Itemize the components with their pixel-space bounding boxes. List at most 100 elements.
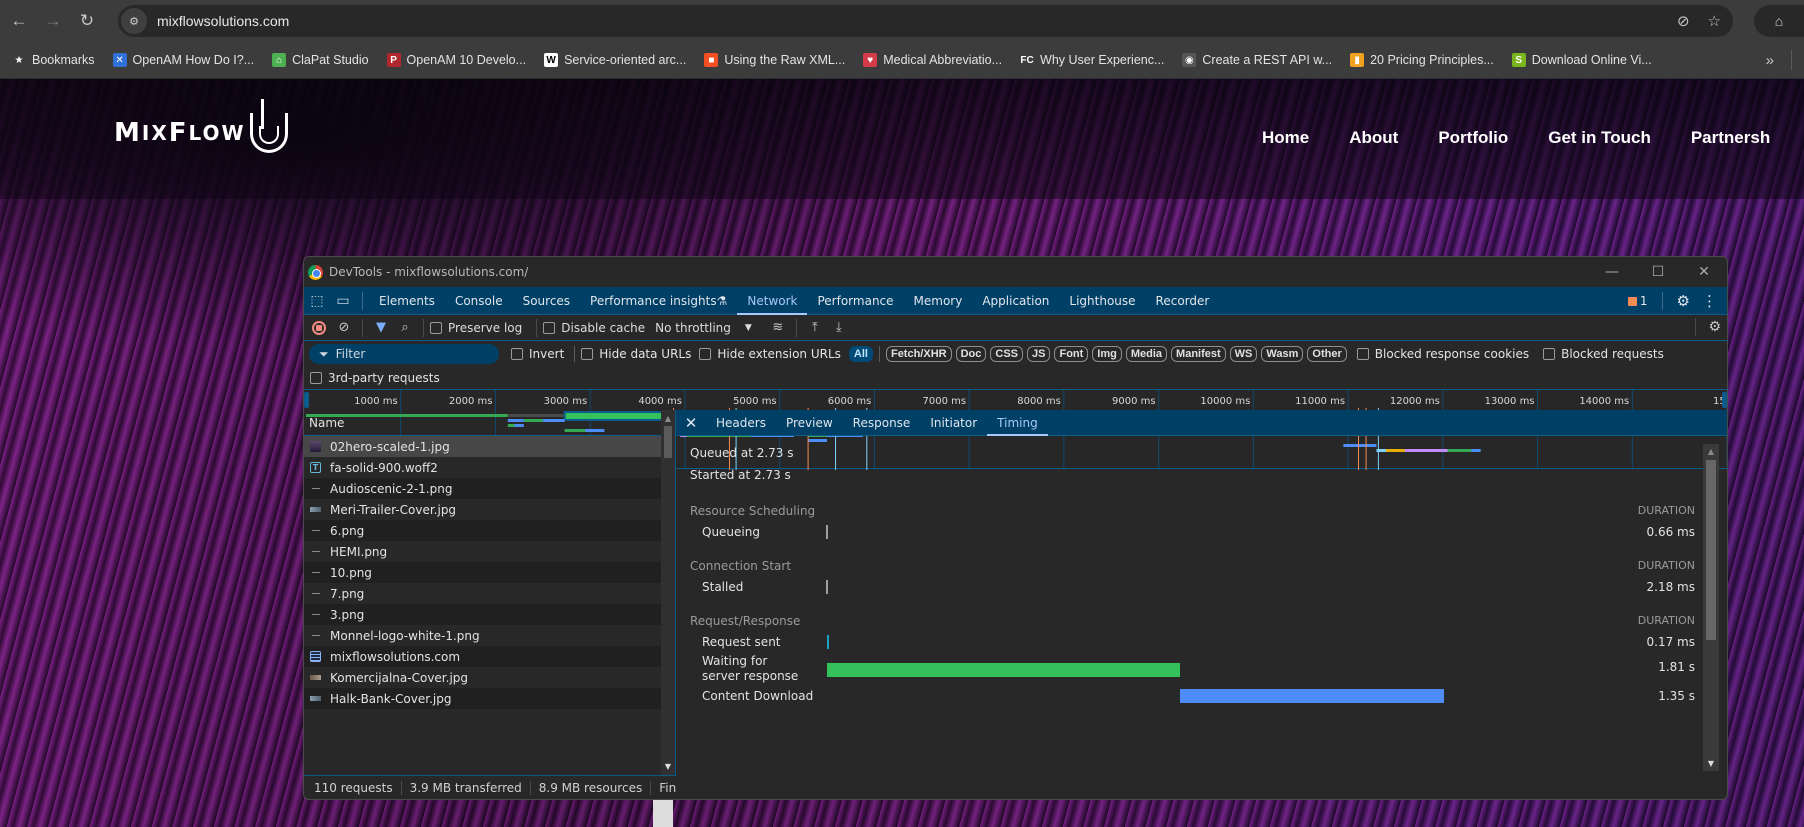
tab-console[interactable]: Console	[445, 287, 513, 315]
request-row[interactable]: Monnel-logo-white-1.png	[304, 625, 675, 646]
request-list-scrollbar[interactable]: ▲ ▼	[661, 410, 675, 775]
detail-tab-timing[interactable]: Timing	[987, 410, 1048, 436]
tab-application[interactable]: Application	[972, 287, 1059, 315]
forward-button[interactable]: →	[38, 6, 68, 36]
timing-scrollbar[interactable]: ▲ ▼	[1703, 444, 1719, 771]
nav-portfolio[interactable]: Portfolio	[1438, 128, 1508, 148]
request-row[interactable]: Komercijalna-Cover.jpg	[304, 667, 675, 688]
network-conditions-icon[interactable]: ≋	[766, 320, 790, 335]
detail-tab-initiator[interactable]: Initiator	[920, 410, 987, 436]
filter-chip-js[interactable]: JS	[1027, 346, 1051, 362]
filter-chip-other[interactable]: Other	[1307, 346, 1347, 362]
request-row[interactable]: HEMI.png	[304, 541, 675, 562]
blocked-response-cookies-checkbox[interactable]: Blocked response cookies	[1356, 347, 1529, 361]
hide-extension-urls-checkbox[interactable]: Hide extension URLs	[699, 347, 841, 361]
bookmark-20-pricing-principles[interactable]: ▮ 20 Pricing Principles...	[1350, 53, 1494, 67]
request-row[interactable]: 7.png	[304, 583, 675, 604]
address-bar[interactable]: ⚙ mixflowsolutions.com ⊘ ☆	[118, 5, 1733, 37]
third-party-checkbox[interactable]: 3rd-party requests	[310, 371, 440, 385]
tab-performance-insights[interactable]: Performance insights ⚗	[580, 287, 737, 315]
detail-tab-headers[interactable]: Headers	[706, 410, 776, 436]
bookmark-service-oriented-arc[interactable]: W Service-oriented arc...	[544, 53, 686, 67]
close-window-button[interactable]: ✕	[1681, 257, 1727, 287]
nav-about[interactable]: About	[1349, 128, 1398, 148]
scroll-down-icon[interactable]: ▼	[661, 762, 675, 771]
search-icon[interactable]: ⌕	[393, 320, 417, 335]
nav-home[interactable]: Home	[1262, 128, 1309, 148]
device-toolbar-icon[interactable]: ▭	[330, 293, 356, 309]
nav-get-in-touch[interactable]: Get in Touch	[1548, 128, 1651, 148]
preserve-log-checkbox[interactable]: Preserve log	[430, 321, 522, 335]
request-row[interactable]: mixflowsolutions.com	[304, 646, 675, 667]
filter-chip-ws[interactable]: WS	[1229, 346, 1258, 362]
back-button[interactable]: ←	[4, 6, 34, 36]
request-row[interactable]: 02hero-scaled-1.jpg	[304, 436, 675, 457]
filter-input[interactable]: ⏷ Filter	[309, 344, 499, 364]
filter-toggle-icon[interactable]: ▼	[369, 320, 393, 335]
site-info-button[interactable]: ⚙	[121, 8, 147, 34]
tab-lighthouse[interactable]: Lighthouse	[1059, 287, 1145, 315]
bookmark-openam-10-develo[interactable]: P OpenAM 10 Develo...	[386, 53, 526, 67]
more-bookmarks-icon[interactable]: »	[1766, 52, 1774, 69]
detail-tab-response[interactable]: Response	[843, 410, 921, 436]
tab-sources[interactable]: Sources	[513, 287, 580, 315]
clear-icon[interactable]: ⊘	[332, 320, 356, 335]
throttling-select[interactable]: No throttling ▼	[655, 321, 752, 335]
bookmark-bookmarks[interactable]: ★ Bookmarks	[12, 53, 95, 67]
bookmark-using-the-raw-xml[interactable]: ■ Using the Raw XML...	[704, 53, 845, 67]
tab-network[interactable]: Network	[737, 287, 808, 315]
invert-checkbox[interactable]: Invert	[511, 347, 564, 361]
overview-left-handle[interactable]	[304, 392, 309, 408]
tab-recorder[interactable]: Recorder	[1146, 287, 1220, 315]
request-row[interactable]: 10.png	[304, 562, 675, 583]
inspect-element-icon[interactable]: ⬚	[304, 293, 330, 309]
filter-chip-css[interactable]: CSS	[990, 346, 1023, 362]
import-har-icon[interactable]: ⤒	[803, 320, 827, 335]
url-text[interactable]: mixflowsolutions.com	[157, 13, 289, 29]
bookmark-medical-abbreviatio[interactable]: ♥ Medical Abbreviatio...	[863, 53, 1002, 67]
tab-memory[interactable]: Memory	[904, 287, 973, 315]
settings-gear-icon[interactable]: ⚙	[1677, 292, 1690, 310]
disable-cache-checkbox[interactable]: Disable cache	[543, 321, 645, 335]
reload-button[interactable]: ↻	[72, 6, 102, 36]
filter-chip-media[interactable]: Media	[1125, 346, 1168, 362]
name-column-header[interactable]: Name	[304, 410, 675, 436]
site-logo[interactable]: M IX F LOW	[114, 99, 288, 153]
scroll-up-icon[interactable]: ▲	[1703, 447, 1719, 456]
bookmark-star-icon[interactable]: ☆	[1708, 12, 1721, 30]
more-options-icon[interactable]: ⋮	[1698, 292, 1721, 310]
close-detail-icon[interactable]: ✕	[676, 414, 706, 432]
stop-recording-button[interactable]	[312, 320, 326, 335]
issues-badge[interactable]: 1	[1627, 294, 1648, 308]
nav-partnerships[interactable]: Partnersh	[1691, 128, 1770, 148]
filter-chip-img[interactable]: Img	[1092, 346, 1122, 362]
request-row[interactable]: Audioscenic-2-1.png	[304, 478, 675, 499]
request-row[interactable]: 6.png	[304, 520, 675, 541]
export-har-icon[interactable]: ⤓	[827, 320, 851, 335]
tab-performance[interactable]: Performance	[807, 287, 903, 315]
filter-chip-wasm[interactable]: Wasm	[1261, 346, 1304, 362]
filter-chip-all[interactable]: All	[848, 346, 873, 362]
detail-tab-preview[interactable]: Preview	[776, 410, 843, 436]
request-row[interactable]: 3.png	[304, 604, 675, 625]
bookmark-create-a-rest-api-w[interactable]: ◉ Create a REST API w...	[1182, 53, 1332, 67]
filter-chip-font[interactable]: Font	[1054, 346, 1089, 362]
bookmark-why-user-experienc[interactable]: FC Why User Experienc...	[1020, 53, 1164, 67]
eye-off-icon[interactable]: ⊘	[1677, 12, 1690, 30]
filter-chip-doc[interactable]: Doc	[955, 346, 987, 362]
scroll-down-icon[interactable]: ▼	[1703, 759, 1719, 768]
bookmark-openam-how-do-i[interactable]: ✕ OpenAM How Do I?...	[112, 53, 254, 67]
incognito-button[interactable]: ⌂	[1754, 5, 1804, 37]
filter-chip-manifest[interactable]: Manifest	[1171, 346, 1226, 362]
blocked-requests-checkbox[interactable]: Blocked requests	[1543, 347, 1664, 361]
hide-data-urls-checkbox[interactable]: Hide data URLs	[581, 347, 691, 361]
request-row[interactable]: Halk-Bank-Cover.jpg	[304, 688, 675, 709]
overview-right-handle[interactable]	[1722, 392, 1727, 408]
bookmark-download-online-vi[interactable]: S Download Online Vi...	[1511, 53, 1652, 67]
request-row[interactable]: Meri-Trailer-Cover.jpg	[304, 499, 675, 520]
filter-chip-fetch-xhr[interactable]: Fetch/XHR	[885, 346, 952, 362]
network-settings-gear-icon[interactable]: ⚙	[1708, 319, 1721, 335]
request-row[interactable]: Tfa-solid-900.woff2	[304, 457, 675, 478]
scroll-up-icon[interactable]: ▲	[661, 414, 675, 423]
tab-elements[interactable]: Elements	[369, 287, 445, 315]
